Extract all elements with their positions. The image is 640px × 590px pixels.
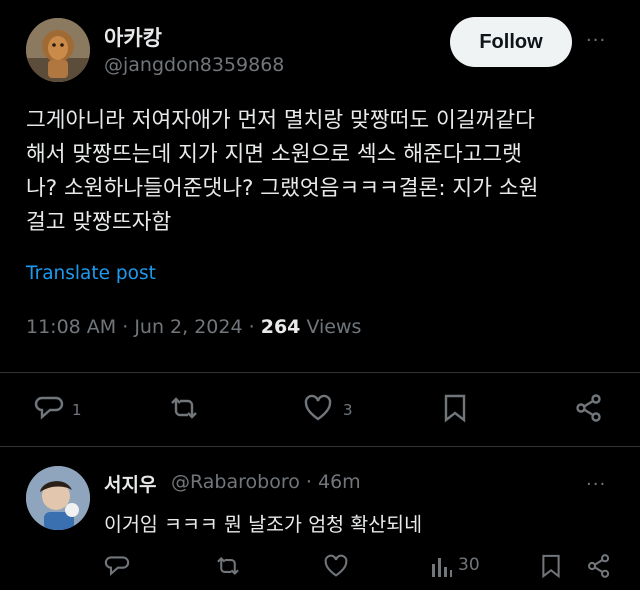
views-label: Views [306,316,362,338]
meta-separator: · [305,471,312,493]
reply-retweet-icon[interactable] [214,555,242,577]
views-count: 264 [260,316,301,338]
reply-author-handle[interactable]: @Rabaroboro [171,471,300,493]
reply-share-icon[interactable] [586,553,612,579]
reply-author-name[interactable]: 서지우 [104,470,156,497]
tweet-text: 그게아니라 저여자애가 먼저 멸치랑 맞짱떠도 이길꺼같다 해서 맞짱뜨는데 지… [26,108,539,235]
author-name[interactable]: 아카캉 [104,22,162,52]
reply-views-icon[interactable] [430,556,454,578]
reply-author-avatar[interactable] [26,466,90,530]
reply-like-icon[interactable] [323,554,349,578]
tweet-time[interactable]: 11:08 AM [26,316,116,338]
share-icon[interactable] [574,393,604,423]
meta-separator: · [248,316,255,338]
follow-button[interactable]: Follow [450,17,572,67]
tweet-date[interactable]: Jun 2, 2024 [134,316,242,338]
reply-reply-icon[interactable] [104,554,130,578]
tweet-meta: 11:08 AM · Jun 2, 2024 · 264 Views [26,316,361,338]
reply-icon[interactable] [34,394,64,422]
reply-bookmark-icon[interactable] [540,553,562,579]
retweet-icon[interactable] [168,395,200,421]
author-avatar[interactable] [26,18,90,82]
meta-separator: · [122,316,129,338]
reply-more-options-icon[interactable]: ··· [586,474,606,495]
divider [0,372,640,373]
reply-count: 1 [72,401,82,419]
divider [0,446,640,447]
translate-post-link[interactable]: Translate post [26,263,156,284]
reply-meta: @Rabaroboro · 46m [171,471,361,493]
bookmark-icon[interactable] [442,393,468,423]
more-options-icon[interactable]: ··· [586,30,606,51]
reply-text: 이거임 ㅋㅋㅋ 뭔 날조가 엄청 확산되네 [104,513,423,536]
reply-views-count: 30 [458,555,480,575]
author-handle[interactable]: @jangdon8359868 [104,54,284,76]
like-count: 3 [343,401,353,419]
like-icon[interactable] [303,394,333,422]
reply-time[interactable]: 46m [318,471,361,493]
